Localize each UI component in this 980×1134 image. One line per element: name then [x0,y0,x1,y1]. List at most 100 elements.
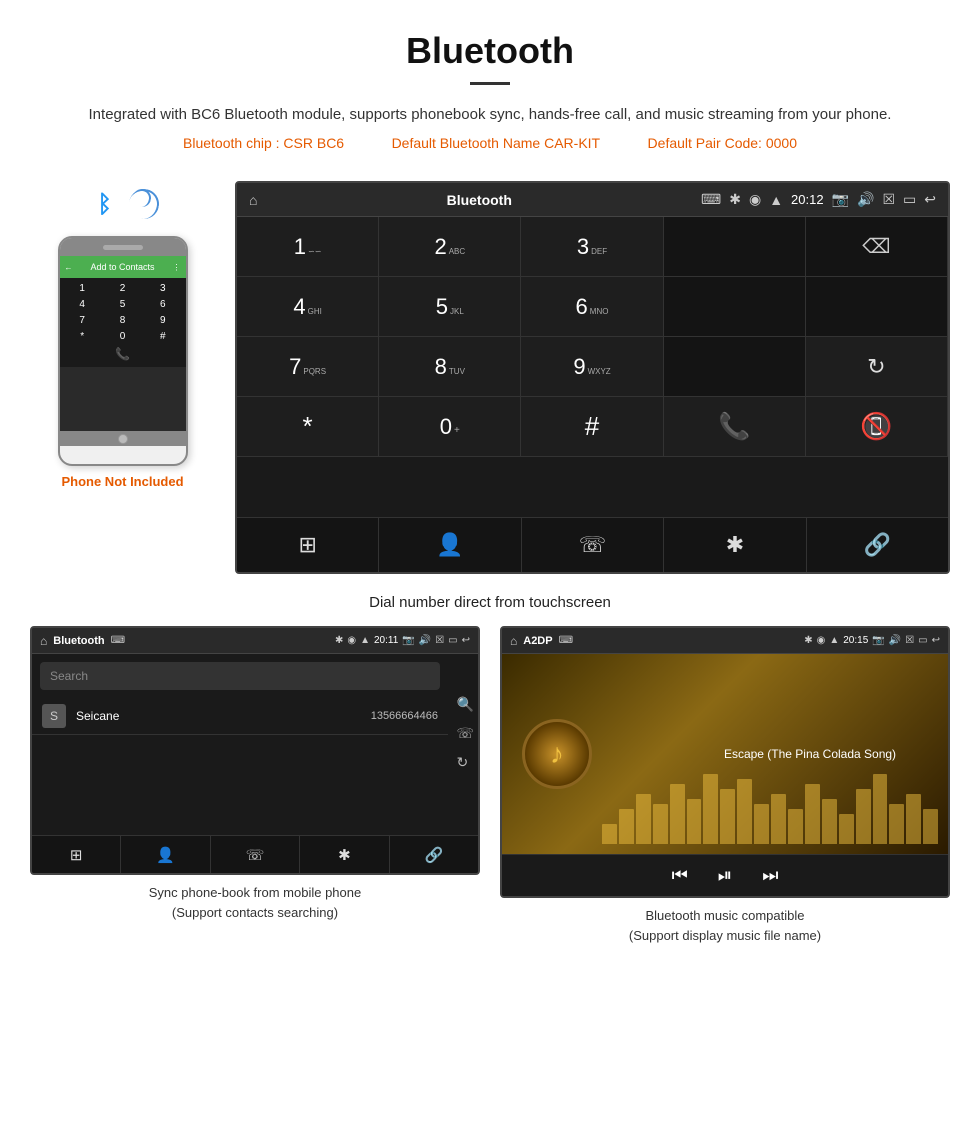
dial-end-cell[interactable]: 📵 [806,397,948,457]
music-close-icon[interactable]: ☒ [905,635,914,646]
eq-bar [602,824,617,844]
phone-key-7[interactable]: 7 [63,313,102,328]
dial-key-3[interactable]: 3DEF [521,217,663,277]
nav-link[interactable]: 🔗 [807,518,948,572]
music-win-icon[interactable]: ▭ [918,635,927,646]
contact-number: 13566664466 [371,710,438,722]
pb-call-side-icon[interactable]: ☏ [456,725,474,742]
dial-key-0[interactable]: 0+ [379,397,521,457]
dial-backspace-cell[interactable]: ⌫ [806,217,948,277]
dial-call-cell[interactable]: 📞 [664,397,806,457]
pb-back-icon[interactable]: ↩ [462,635,470,646]
main-section: ᛒ ← Add to Contacts ⋮ 1 2 3 4 [0,161,980,584]
home-icon[interactable]: ⌂ [249,192,257,208]
nav-bluetooth[interactable]: ✱ [664,518,806,572]
phone-key-9[interactable]: 9 [143,313,182,328]
dial-key-hash[interactable]: # [521,397,663,457]
dial-key-1[interactable]: 1∽∽ [237,217,379,277]
phone-key-2[interactable]: 2 [103,281,142,296]
pb-home-icon[interactable]: ⌂ [40,634,47,648]
eq-bar [703,774,718,844]
phonebook-search-bar[interactable]: Search [40,662,440,690]
pb-nav-dialpad[interactable]: ⊞ [32,836,121,873]
dial-key-4[interactable]: 4GHI [237,277,379,337]
dial-key-star[interactable]: * [237,397,379,457]
music-caption: Bluetooth music compatible (Support disp… [629,906,821,945]
phone-not-included-label: Phone Not Included [61,474,183,489]
dial-key-7[interactable]: 7PQRS [237,337,379,397]
prev-button[interactable]: ⏮ [672,865,688,886]
pb-cam-icon[interactable]: 📷 [402,635,414,646]
header-specs: Bluetooth chip : CSR BC6 Default Bluetoo… [20,135,960,151]
nav-contacts[interactable]: 👤 [379,518,521,572]
phone-key-3[interactable]: 3 [143,281,182,296]
music-screen: ⌂ A2DP ⌨ ✱ ◉ ▲ 20:15 📷 🔊 ☒ ▭ ↩ [500,626,950,898]
phone-call-icon[interactable]: 📞 [115,347,130,361]
pb-win-icon[interactable]: ▭ [448,635,457,646]
main-car-screen-container: ⌂ Bluetooth ⌨ ✱ ◉ ▲ 20:12 📷 🔊 ☒ ▭ ↩ [235,181,950,574]
next-button[interactable]: ⏭ [762,865,778,886]
music-caption-line2: (Support display music file name) [629,928,821,943]
pb-nav-link[interactable]: 🔗 [390,836,478,873]
pb-topbar-right: ✱ ◉ ▲ 20:11 📷 🔊 ☒ ▭ ↩ [335,635,470,646]
nav-dialpad[interactable]: ⊞ [237,518,379,572]
eq-bar [906,794,921,844]
phone-key-1[interactable]: 1 [63,281,102,296]
phone-key-6[interactable]: 6 [143,297,182,312]
eq-bar [754,804,769,844]
phone-key-hash[interactable]: # [143,329,182,344]
eq-bar [737,779,752,844]
car-screen-topbar: ⌂ Bluetooth ⌨ ✱ ◉ ▲ 20:12 📷 🔊 ☒ ▭ ↩ [237,183,948,217]
pb-vol-icon[interactable]: 🔊 [419,635,431,646]
eq-bar [687,799,702,844]
phone-key-0[interactable]: 0 [103,329,142,344]
phone-key-4[interactable]: 4 [63,297,102,312]
spec-pair: Default Pair Code: 0000 [648,135,797,151]
dial-refresh-cell[interactable]: ↻ [806,337,948,397]
phonebook-caption: Sync phone-book from mobile phone (Suppo… [149,883,361,922]
music-loc-icon: ◉ [817,635,826,646]
refresh-icon: ↻ [867,354,885,380]
eq-bar [788,809,803,844]
nav-phone[interactable]: ☏ [522,518,664,572]
pb-search-icon[interactable]: 🔍 [456,696,474,713]
eq-bar [873,774,888,844]
phone-key-5[interactable]: 5 [103,297,142,312]
music-back-icon[interactable]: ↩ [932,635,940,646]
back-icon[interactable]: ↩ [924,191,936,208]
pb-nav-phone[interactable]: ☏ [211,836,300,873]
pb-close-icon[interactable]: ☒ [435,635,444,646]
camera-icon[interactable]: 📷 [832,191,849,208]
phonebook-empty-area [32,735,448,835]
phonebook-title: Bluetooth [53,635,104,647]
music-vol-icon[interactable]: 🔊 [889,635,901,646]
phone-home-button[interactable] [60,431,186,446]
pb-nav-bt[interactable]: ✱ [300,836,389,873]
phone-illustration: ᛒ ← Add to Contacts ⋮ 1 2 3 4 [30,181,215,489]
close-box-icon[interactable]: ☒ [882,191,895,208]
bottom-section: ⌂ Bluetooth ⌨ ✱ ◉ ▲ 20:11 📷 🔊 ☒ ▭ ↩ [0,626,980,965]
pb-nav-contacts[interactable]: 👤 [121,836,210,873]
signal-icon: ▲ [769,192,783,208]
phone-screen-label: Add to Contacts [90,262,154,272]
window-icon[interactable]: ▭ [903,191,916,208]
phonebook-contact-row[interactable]: S Seicane 13566664466 [32,698,448,735]
phone-screen-body: 1 2 3 4 5 6 7 8 9 * 0 # 📞 [60,278,186,367]
volume-icon[interactable]: 🔊 [857,191,874,208]
music-topbar-right: ✱ ◉ ▲ 20:15 📷 🔊 ☒ ▭ ↩ [804,635,940,646]
dial-key-6[interactable]: 6MNO [521,277,663,337]
pb-refresh-side-icon[interactable]: ↻ [456,754,474,771]
dial-key-5[interactable]: 5JKL [379,277,521,337]
eq-bar [923,809,938,844]
bluetooth-icon: ᛒ [98,191,112,219]
dial-key-8[interactable]: 8TUV [379,337,521,397]
music-sig-icon: ▲ [829,635,839,646]
music-cam-icon[interactable]: 📷 [872,635,884,646]
phone-key-star[interactable]: * [63,329,102,344]
phone-key-8[interactable]: 8 [103,313,142,328]
music-home-icon[interactable]: ⌂ [510,634,517,648]
dial-key-9[interactable]: 9WXYZ [521,337,663,397]
dial-key-2[interactable]: 2ABC [379,217,521,277]
play-pause-button[interactable]: ⏯ [718,865,732,886]
phone-top-bar [60,238,186,256]
